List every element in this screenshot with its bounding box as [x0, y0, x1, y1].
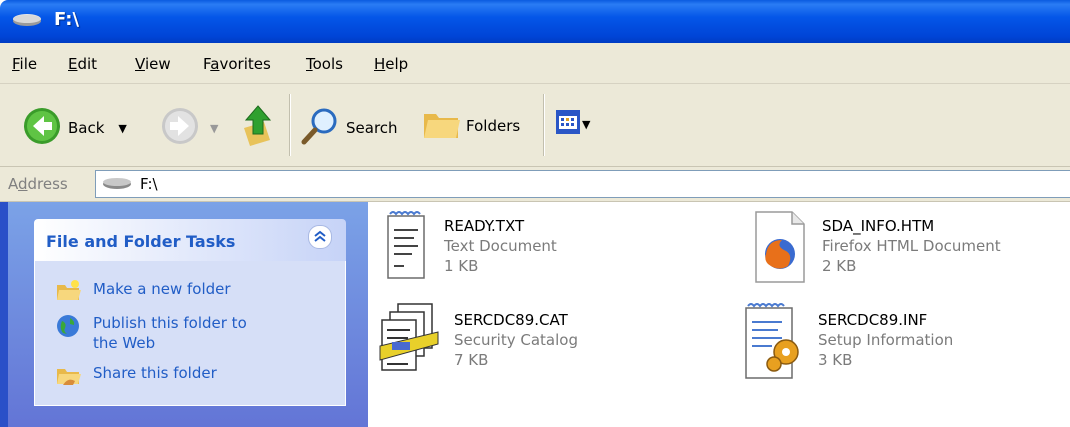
setup-information-icon: [742, 300, 804, 386]
file-type: Security Catalog: [454, 331, 578, 349]
file-name: SDA_INFO.HTM: [822, 217, 935, 235]
back-arrow-icon: [22, 106, 62, 150]
toolbar: Back ▼ ▼ Search Folders ▼: [0, 84, 1070, 167]
file-type: Firefox HTML Document: [822, 237, 1001, 255]
forward-button[interactable]: ▼: [160, 106, 218, 150]
firefox-document-icon: [752, 210, 808, 288]
file-type: Setup Information: [818, 331, 954, 349]
task-label: Make a new folder: [93, 280, 231, 298]
back-button[interactable]: Back ▼: [22, 106, 127, 150]
drive-icon: [12, 13, 42, 31]
menu-tools[interactable]: Tools: [306, 55, 343, 73]
menu-bar: File Edit View Favorites Tools Help: [0, 43, 1070, 84]
task-publish-folder-to-web[interactable]: Publish this folder to the Web: [55, 313, 275, 353]
text-document-icon: [384, 210, 430, 286]
task-label: Publish this folder to the Web: [93, 314, 247, 352]
panel-title: File and Folder Tasks: [46, 232, 236, 251]
security-catalog-icon: [378, 302, 440, 386]
views-button[interactable]: ▼: [556, 110, 590, 138]
file-name: SERCDC89.INF: [818, 311, 928, 329]
title-bar[interactable]: F:\: [0, 0, 1070, 43]
address-value: F:\: [140, 175, 158, 193]
back-dropdown-arrow-icon[interactable]: ▼: [118, 122, 126, 135]
file-folder-tasks-panel: File and Folder Tasks Make a new folder …: [34, 219, 346, 409]
task-share-folder[interactable]: Share this folder: [55, 363, 217, 391]
task-pane-edge: [0, 202, 8, 427]
globe-icon: [55, 313, 81, 343]
file-size: 1 KB: [444, 257, 479, 275]
toolbar-separator: [543, 94, 545, 156]
file-size: 3 KB: [818, 351, 853, 369]
up-folder-icon: [240, 102, 276, 150]
file-item[interactable]: SDA_INFO.HTM Firefox HTML Document 2 KB: [752, 210, 1001, 288]
forward-dropdown-arrow-icon[interactable]: ▼: [210, 122, 218, 135]
toolbar-separator: [289, 94, 291, 156]
file-item[interactable]: SERCDC89.INF Setup Information 3 KB: [742, 300, 953, 386]
menu-help[interactable]: Help: [374, 55, 408, 73]
search-button[interactable]: Search: [300, 106, 398, 150]
file-size: 7 KB: [454, 351, 489, 369]
folders-icon: [422, 106, 462, 146]
file-name: READY.TXT: [444, 217, 525, 235]
address-label: Address: [8, 175, 68, 193]
menu-view[interactable]: View: [135, 55, 171, 73]
panel-body: Make a new folder Publish this folder to…: [34, 261, 346, 406]
forward-arrow-icon: [160, 106, 200, 150]
folders-button[interactable]: Folders: [422, 106, 520, 146]
menu-edit[interactable]: Edit: [68, 55, 97, 73]
panel-header[interactable]: File and Folder Tasks: [34, 219, 346, 261]
search-label: Search: [346, 119, 398, 137]
window-title: F:\: [54, 9, 80, 30]
menu-favorites[interactable]: Favorites: [203, 55, 271, 73]
folders-label: Folders: [466, 117, 521, 135]
up-folder-button[interactable]: [240, 102, 276, 150]
task-label: Share this folder: [93, 364, 217, 382]
file-type: Text Document: [444, 237, 557, 255]
file-size: 2 KB: [822, 257, 857, 275]
collapse-chevron-icon[interactable]: [308, 225, 332, 249]
file-item[interactable]: READY.TXT Text Document 1 KB: [384, 210, 557, 286]
new-folder-icon: [55, 279, 81, 305]
views-icon: [556, 110, 580, 138]
search-icon: [300, 106, 340, 150]
address-input[interactable]: F:\: [95, 170, 1070, 198]
file-name: SERCDC89.CAT: [454, 311, 568, 329]
views-dropdown-arrow-icon[interactable]: ▼: [582, 118, 590, 131]
address-bar: Address F:\: [0, 167, 1070, 202]
task-make-new-folder[interactable]: Make a new folder: [55, 279, 231, 305]
file-item[interactable]: SERCDC89.CAT Security Catalog 7 KB: [378, 302, 578, 386]
back-label: Back: [68, 119, 105, 137]
menu-file[interactable]: File: [12, 55, 37, 73]
drive-icon: [102, 177, 132, 195]
share-folder-icon: [55, 363, 81, 391]
